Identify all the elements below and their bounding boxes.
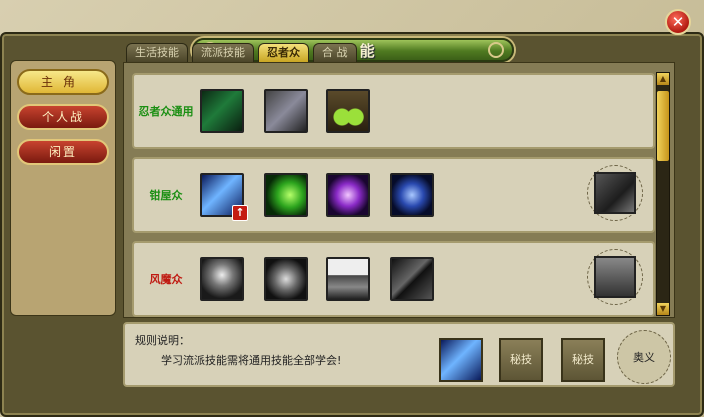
skill-row-ninja-clan-b: 风魔众 (132, 241, 655, 317)
up-arrow-icon[interactable]: ↑ (232, 205, 248, 221)
grey-lightning-icon (594, 172, 636, 214)
ultimate-skill-slot[interactable] (587, 165, 643, 221)
close-button[interactable]: ✕ (665, 9, 691, 35)
skills-scrollbar[interactable]: ▲ ▼ (656, 72, 670, 316)
skills-list: 忍者众通用 钳屋众 ↑ 风魔众 (123, 62, 675, 318)
dark-shuriken-icon[interactable] (390, 257, 434, 301)
dark-storm-icon[interactable] (264, 89, 308, 133)
skill-row-common: 忍者众通用 (132, 73, 655, 149)
green-slash-icon[interactable] (200, 89, 244, 133)
side-item-personal-battle[interactable]: 个人战 (17, 104, 109, 130)
scroll-down-arrow-icon[interactable]: ▼ (657, 303, 669, 315)
blue-bird-icon[interactable] (390, 173, 434, 217)
skill-row-ninja-clan-a: 钳屋众 ↑ (132, 157, 655, 233)
secret-skill-slot-1[interactable]: 秘技 (499, 338, 543, 382)
side-item-idle[interactable]: 闲置 (17, 139, 109, 165)
tab-school-skills[interactable]: 流派技能 (192, 43, 254, 62)
tab-bar: 生活技能 流派技能 忍者众 合 战 (126, 43, 357, 63)
mystery-skill-slot[interactable]: 奥义 (617, 330, 671, 384)
tab-battle[interactable]: 合 战 (313, 43, 357, 62)
side-menu: 主角 个人战 闲置 (10, 60, 116, 316)
ultimate-skill-slot[interactable] (587, 249, 643, 305)
grey-cloud-icon (594, 256, 636, 298)
grey-blast-icon[interactable] (264, 257, 308, 301)
rules-panel: 规则说明： 学习流派技能需将通用技能全部学会! 秘技 秘技 (123, 322, 675, 387)
equipped-lightning-icon[interactable] (439, 338, 483, 382)
scroll-thumb[interactable] (657, 91, 669, 161)
side-item-protagonist[interactable]: 主角 (17, 69, 109, 95)
blue-lightning-icon[interactable]: ↑ (200, 173, 248, 221)
row-label: 钳屋众 (149, 189, 183, 202)
rules-text: 学习流派技能需将通用技能全部学会! (161, 354, 342, 367)
tab-life-skills[interactable]: 生活技能 (126, 43, 188, 62)
close-icon: ✕ (671, 13, 685, 31)
scroll-up-arrow-icon[interactable]: ▲ (657, 73, 669, 85)
tab-ninja[interactable]: 忍者众 (258, 43, 309, 62)
green-orbs-icon[interactable] (326, 89, 370, 133)
title-ornament-right (488, 42, 504, 58)
row-label: 风魔众 (149, 273, 183, 286)
green-wind-icon[interactable] (264, 173, 308, 217)
purple-burst-icon[interactable] (326, 173, 370, 217)
row-label: 忍者众通用 (138, 105, 194, 118)
castle-icon[interactable] (326, 257, 370, 301)
rules-title: 规则说明： (135, 334, 190, 347)
grey-spike-icon[interactable] (200, 257, 244, 301)
secret-skill-slot-2[interactable]: 秘技 (561, 338, 605, 382)
